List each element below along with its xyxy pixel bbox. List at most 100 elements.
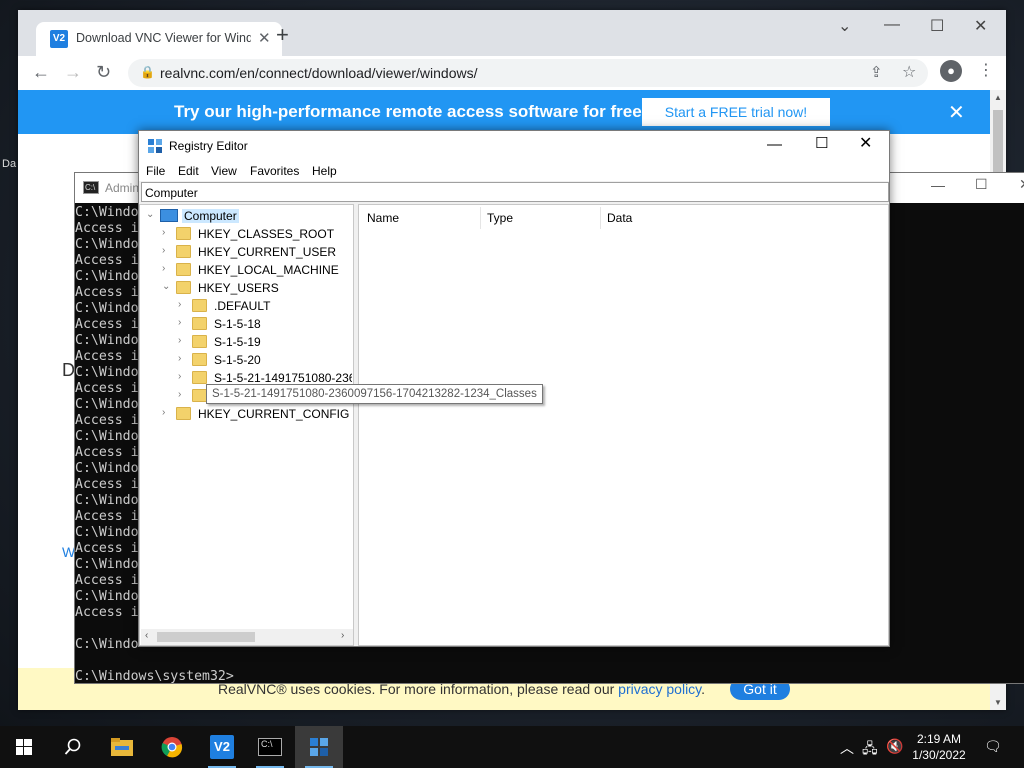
tree-label-s-1-5-20: S-1-5-20 (214, 353, 261, 367)
volume-muted-icon[interactable]: 🔇 (886, 738, 903, 755)
chevron-right-icon[interactable]: › (178, 335, 188, 346)
chrome-icon (161, 737, 183, 758)
folder-open-icon (176, 281, 191, 294)
chevron-right-icon[interactable]: › (162, 263, 172, 274)
tree-hscrollbar[interactable]: ‹ › (141, 629, 353, 645)
tree-node-s-1-5-19[interactable]: › S-1-5-19 (176, 333, 352, 351)
menu-file[interactable]: File (146, 164, 165, 178)
cmd-close-icon[interactable]: ✕ (1019, 176, 1024, 193)
cmd-icon: C:\ (83, 181, 99, 194)
column-header-data[interactable]: Data (607, 211, 632, 225)
banner-text: Try our high-performance remote access s… (174, 102, 642, 121)
cmd-minimize-icon[interactable]: — (931, 177, 945, 193)
regedit-minimize-icon[interactable]: — (767, 136, 782, 153)
chevron-down-icon[interactable]: ⌄ (146, 209, 156, 220)
chrome-menu-icon[interactable]: ⋮ (978, 60, 994, 80)
menu-favorites[interactable]: Favorites (250, 164, 299, 178)
new-tab-icon[interactable]: + (276, 22, 289, 48)
tree-item-tooltip: S-1-5-21-1491751080-2360097156-170421328… (206, 384, 543, 404)
search-button[interactable] (48, 726, 96, 768)
scroll-up-icon[interactable]: ▲ (994, 93, 1002, 102)
menu-edit[interactable]: Edit (178, 164, 199, 178)
tree-node-s-1-5-20[interactable]: › S-1-5-20 (176, 351, 352, 369)
system-clock[interactable]: 2:19 AM 1/30/2022 (910, 731, 968, 763)
tab-title: Download VNC Viewer for Windows (76, 31, 251, 45)
taskbar-file-explorer[interactable] (98, 726, 146, 768)
scroll-left-icon[interactable]: ‹ (145, 630, 148, 641)
banner-close-icon[interactable]: ✕ (948, 100, 965, 125)
search-icon (64, 738, 81, 755)
tree-node-hkcr[interactable]: › HKEY_CLASSES_ROOT (160, 225, 350, 243)
column-divider[interactable] (600, 207, 601, 229)
chevron-down-icon[interactable]: ⌄ (162, 281, 172, 292)
taskbar-registry-editor[interactable] (295, 726, 343, 768)
minimize-icon[interactable]: — (884, 16, 900, 34)
column-divider[interactable] (480, 207, 481, 229)
address-bar[interactable]: Computer (141, 182, 889, 202)
tree-node-computer[interactable]: ⌄ Computer (144, 207, 344, 225)
folder-icon (192, 317, 207, 330)
tree-node-hklm[interactable]: › HKEY_LOCAL_MACHINE (160, 261, 350, 279)
tree-label-computer: Computer (182, 209, 239, 223)
regedit-maximize-icon[interactable]: ☐ (815, 134, 828, 152)
tree-label-s-1-5-18: S-1-5-18 (214, 317, 261, 331)
clock-time: 2:19 AM (916, 732, 962, 746)
hscroll-thumb[interactable] (157, 632, 255, 642)
folder-icon (192, 353, 207, 366)
tab-vnc-download[interactable]: V2 Download VNC Viewer for Windows ✕ (36, 22, 282, 56)
free-trial-button[interactable]: Start a FREE trial now! (642, 98, 830, 126)
promo-banner: Try our high-performance remote access s… (18, 90, 990, 134)
chevron-right-icon[interactable]: › (178, 389, 188, 400)
values-list[interactable]: Name Type Data (358, 204, 889, 646)
tab-close-icon[interactable]: ✕ (258, 29, 271, 47)
chevron-right-icon[interactable]: › (178, 353, 188, 364)
tab-search-icon[interactable]: ⌄ (838, 16, 851, 36)
taskbar-vnc-viewer[interactable]: V2 (198, 726, 246, 768)
profile-avatar-icon[interactable]: ● (940, 60, 962, 82)
network-icon[interactable]: 🖧 (862, 738, 878, 762)
cmd-maximize-icon[interactable]: ☐ (975, 176, 988, 193)
reload-icon[interactable]: ↻ (96, 62, 111, 83)
desktop-label-da: Da (2, 158, 17, 170)
scroll-thumb[interactable] (993, 110, 1003, 180)
chevron-right-icon[interactable]: › (162, 227, 172, 238)
notifications-icon[interactable]: 🗨 (984, 738, 1002, 755)
key-tree[interactable]: ⌄ Computer › HKEY_CLASSES_ROOT › HKEY_CU… (139, 204, 354, 646)
scroll-down-icon[interactable]: ▼ (994, 698, 1002, 707)
show-hidden-icons-chevron-up-icon[interactable]: ︿ (840, 738, 854, 758)
menu-help[interactable]: Help (312, 164, 337, 178)
tree-node-hkcc[interactable]: › HKEY_CURRENT_CONFIG (160, 405, 350, 423)
regedit-icon (310, 738, 328, 756)
tree-node-default[interactable]: › .DEFAULT (176, 297, 352, 315)
regedit-close-icon[interactable]: ✕ (859, 133, 872, 153)
share-icon[interactable]: ⇪ (870, 63, 883, 81)
column-header-type[interactable]: Type (487, 211, 513, 225)
scroll-right-icon[interactable]: › (341, 630, 344, 641)
taskbar-command-prompt[interactable]: C:\ (246, 726, 294, 768)
folder-icon (192, 299, 207, 312)
cmd-icon: C:\ (258, 738, 282, 756)
back-icon[interactable]: ← (32, 62, 50, 83)
regedit-titlebar[interactable]: Registry Editor — ☐ ✕ (139, 131, 889, 161)
clock-date: 1/30/2022 (912, 748, 966, 762)
chevron-right-icon[interactable]: › (178, 317, 188, 328)
close-window-icon[interactable]: ✕ (974, 16, 987, 36)
address-bar[interactable]: 🔒 realvnc.com/en/connect/download/viewer… (128, 59, 928, 87)
chevron-right-icon[interactable]: › (178, 299, 188, 310)
tree-node-s-1-5-18[interactable]: › S-1-5-18 (176, 315, 352, 333)
tab-strip: V2 Download VNC Viewer for Windows ✕ + ⌄… (18, 10, 1006, 56)
tree-label-hkcu: HKEY_CURRENT_USER (198, 245, 337, 259)
forward-icon[interactable]: → (64, 62, 82, 83)
maximize-icon[interactable]: ☐ (930, 16, 944, 36)
tree-node-hku[interactable]: ⌄ HKEY_USERS (160, 279, 350, 297)
bookmark-star-icon[interactable]: ☆ (902, 62, 916, 82)
menu-view[interactable]: View (211, 164, 237, 178)
chevron-right-icon[interactable]: › (162, 245, 172, 256)
tree-node-hkcu[interactable]: › HKEY_CURRENT_USER (160, 243, 350, 261)
column-header-name[interactable]: Name (367, 211, 399, 225)
chevron-right-icon[interactable]: › (178, 371, 188, 382)
taskbar-chrome[interactable] (148, 726, 196, 768)
chevron-right-icon[interactable]: › (162, 407, 172, 418)
start-button[interactable] (0, 726, 48, 768)
